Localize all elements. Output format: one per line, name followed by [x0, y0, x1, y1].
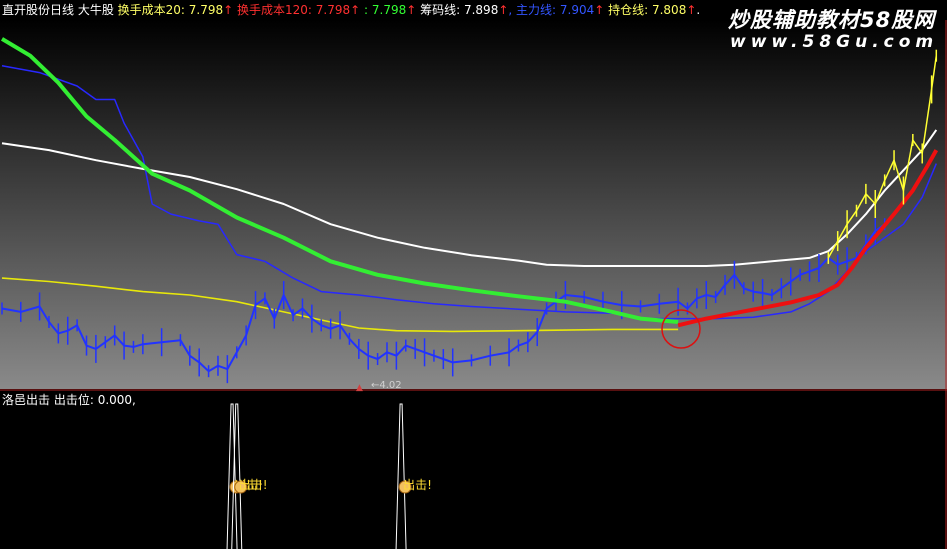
low-marker-triangle: ▲ [356, 383, 363, 393]
header-segment: 换手成本120: 7.798 [233, 3, 351, 17]
header-segment: ↑ [350, 3, 361, 17]
signal-label: 出击! [239, 478, 268, 492]
signal-field: 出击位: 0.000, [50, 393, 136, 407]
header-segment: 大牛股 [74, 3, 114, 17]
signal-header: 洛邑出击 出击位: 0.000, [2, 392, 136, 408]
header-segment: . [696, 3, 701, 17]
header-segment: ↑ [686, 3, 697, 17]
header-segment: ↑ [406, 3, 417, 17]
header-segment: 持仓线: 7.808 [604, 3, 687, 17]
header-segment: 换手成本20: 7.798 [113, 3, 224, 17]
watermark-title: 炒股辅助教材58股网 [728, 8, 936, 32]
header-segment: 筹码线: 7.898 [416, 3, 499, 17]
header-segment: ↑ [498, 3, 509, 17]
header-segment: : 7.798 [360, 3, 407, 17]
header-segment: ↑ [223, 3, 234, 17]
watermark-url: www.58Gu.com [730, 32, 939, 52]
header-segment: ↑ [594, 3, 605, 17]
header-segment: 直开股份日线 [2, 3, 75, 17]
low-price-label: ←4.02 [371, 380, 402, 391]
indicator-header: 直开股份日线 大牛股 换手成本20: 7.798↑ 换手成本120: 7.798… [2, 1, 700, 19]
signal-title: 洛邑出击 [2, 393, 51, 407]
signal-label: 出击! [403, 478, 432, 492]
stock-chart: 出击!出击! 出击! ▲ [0, 20, 947, 549]
header-segment: , 主力线: 7.904 [508, 3, 595, 17]
price-panel-background [0, 20, 947, 389]
signal-panel-background [0, 391, 947, 549]
